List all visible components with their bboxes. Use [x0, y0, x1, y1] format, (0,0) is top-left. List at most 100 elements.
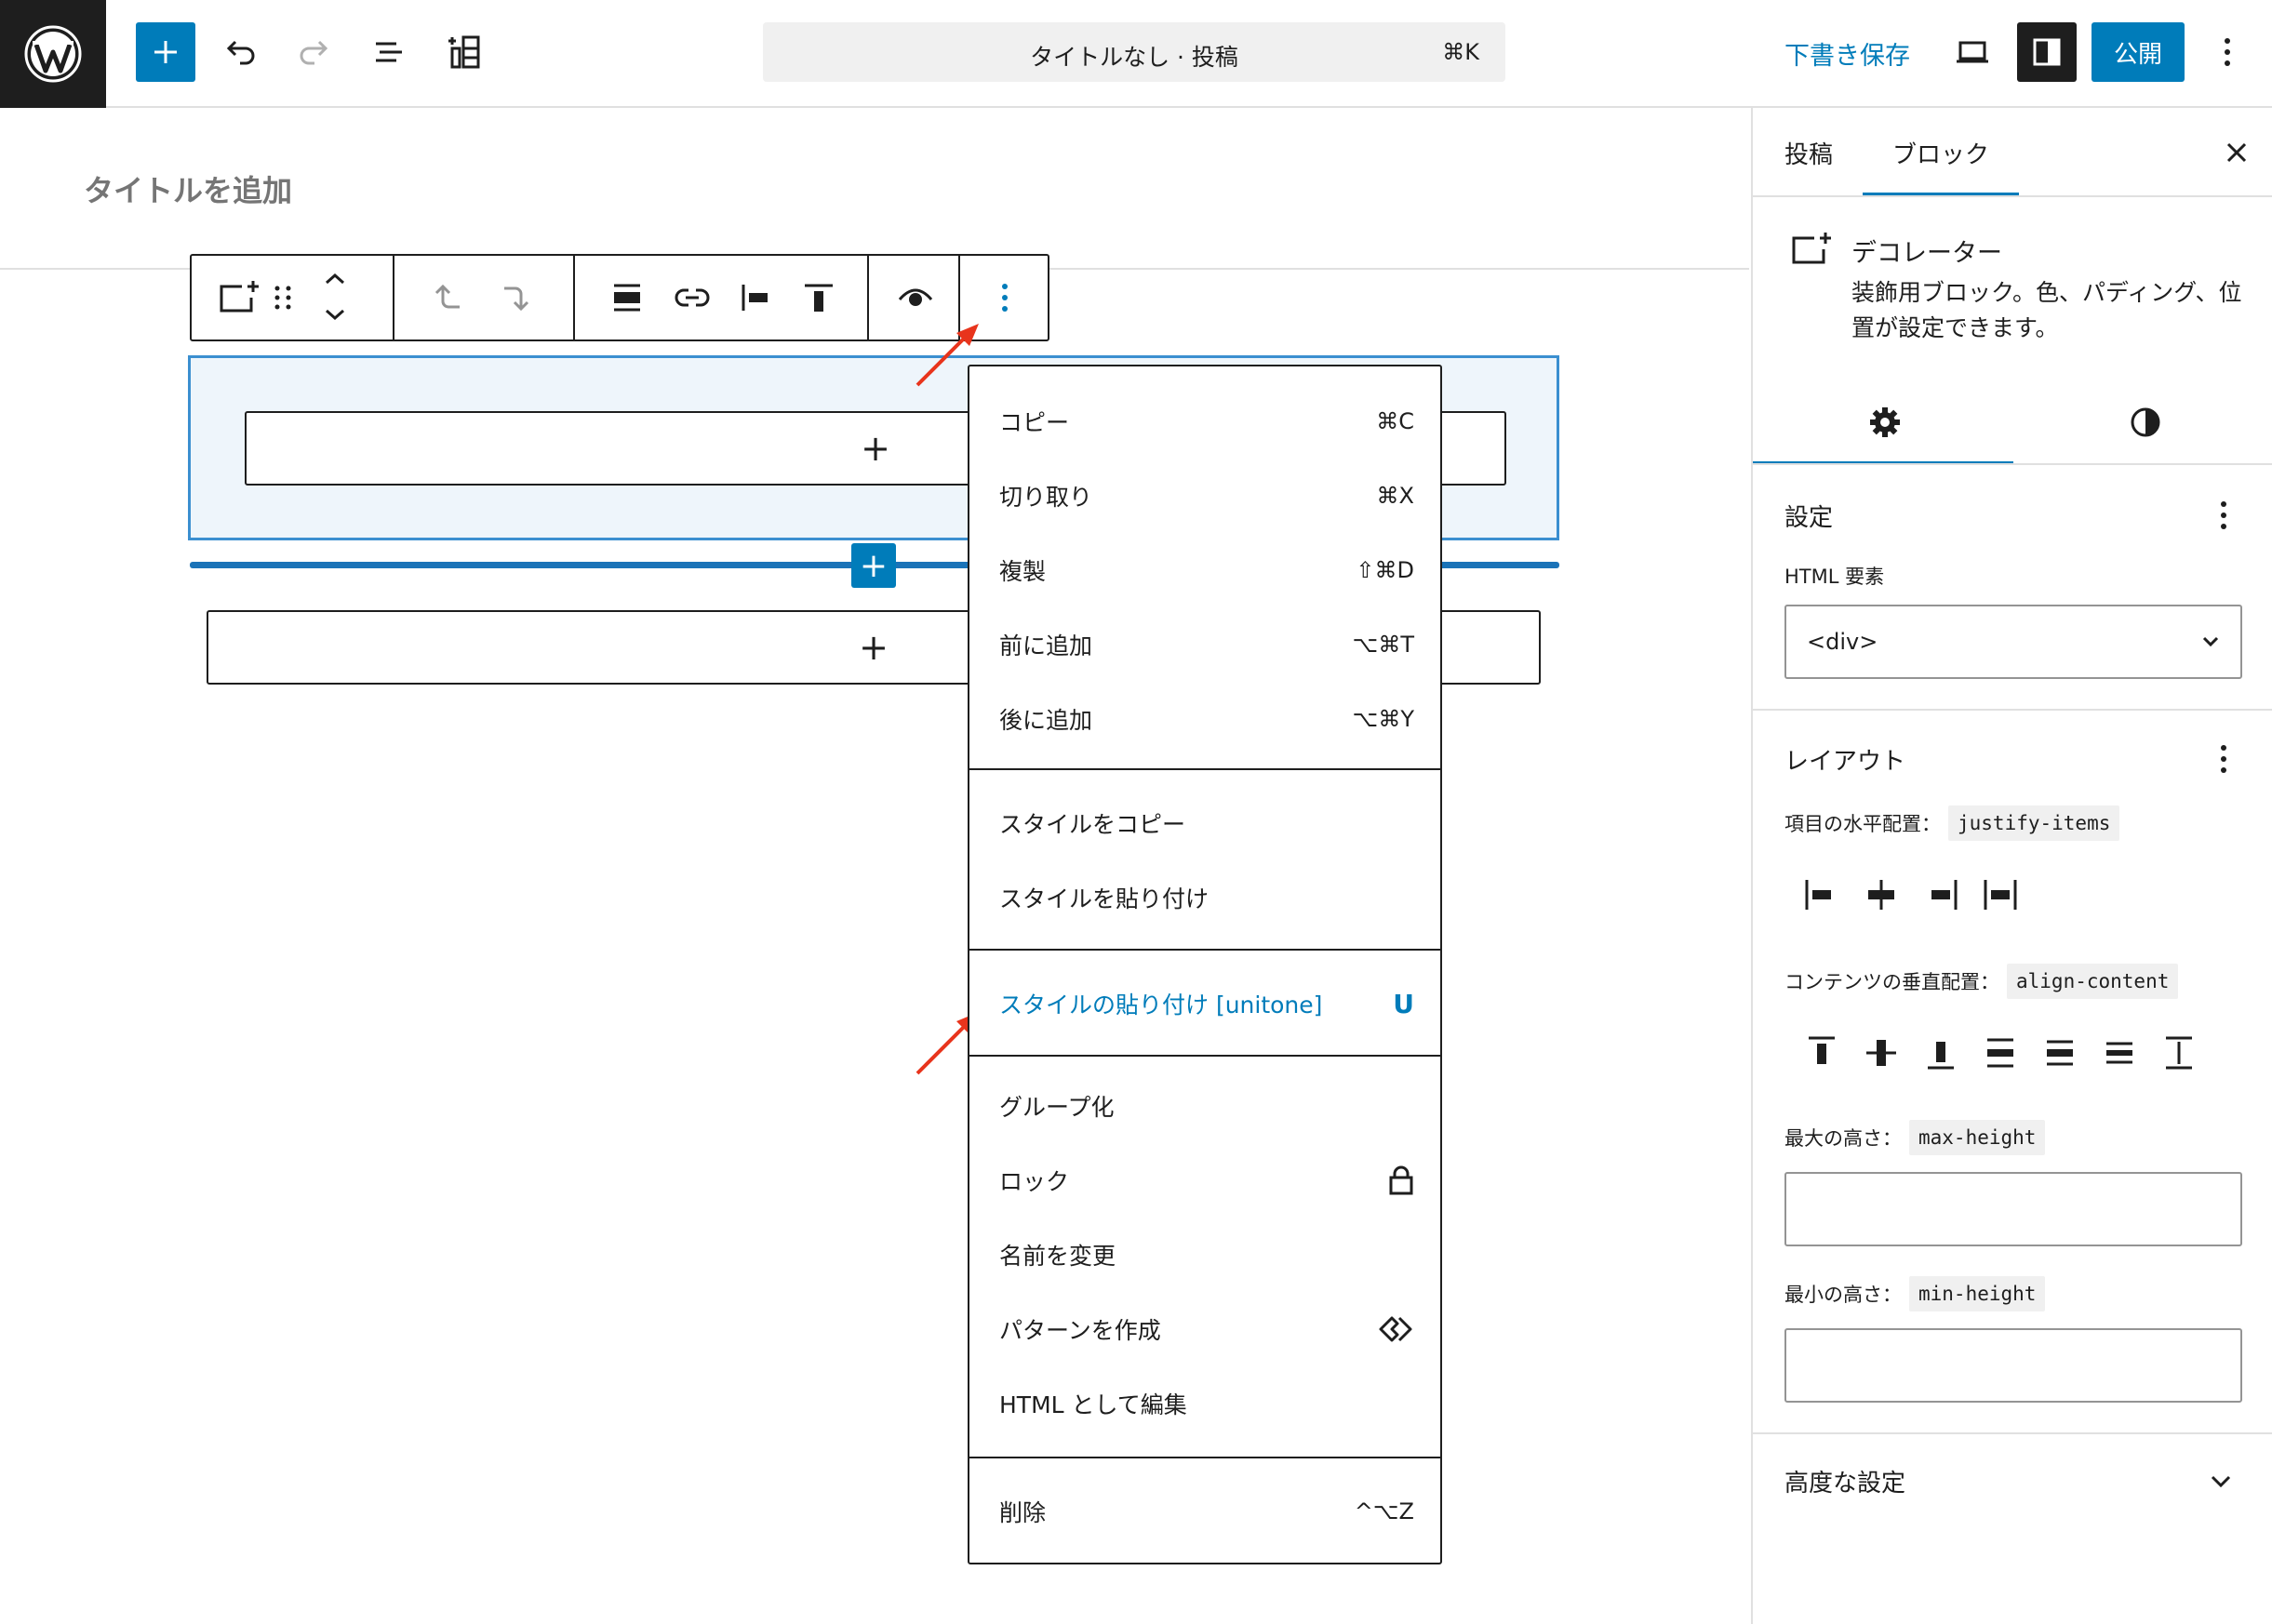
styles-contrast-icon[interactable] — [2127, 404, 2164, 441]
align-bottom-icon[interactable] — [1920, 1032, 1961, 1073]
menu-item-lock[interactable]: ロック — [999, 1157, 1414, 1204]
chevron-down-icon[interactable] — [2209, 1473, 2233, 1490]
inline-inserter-button[interactable]: + — [851, 543, 896, 588]
menu-item-group[interactable]: グループ化 — [999, 1083, 1414, 1129]
save-draft-button[interactable]: 下書き保存 — [1784, 35, 1910, 72]
menu-item-shortcut: ⌥⌘T — [1352, 632, 1414, 658]
redo-icon — [300, 40, 328, 65]
divider — [1753, 463, 2272, 465]
justify-stretch-icon[interactable] — [1980, 874, 2021, 915]
more-vertical-icon[interactable] — [2214, 499, 2233, 532]
css-property-code: max-height — [1909, 1120, 2046, 1155]
menu-item-label: コピー — [999, 409, 1070, 436]
link-button[interactable] — [670, 275, 715, 320]
menu-item-copy[interactable]: コピー ⌘C — [999, 398, 1414, 445]
space-evenly-icon[interactable] — [2099, 1032, 2140, 1073]
chevron-down-icon — [2202, 636, 2219, 647]
menu-item-label: パターンを作成 — [999, 1317, 1161, 1344]
chevron-up-down-icon — [326, 273, 344, 321]
menu-item-edit-html[interactable]: HTML として編集 — [999, 1380, 1414, 1427]
preview-button[interactable] — [1943, 22, 2002, 82]
tab-block[interactable]: ブロック — [1892, 136, 1989, 170]
wordpress-logo-icon[interactable] — [0, 0, 106, 108]
block-options-button[interactable] — [982, 275, 1027, 320]
menu-item-create-pattern[interactable]: パターンを作成 — [999, 1306, 1414, 1352]
label-text: コンテンツの垂直配置： — [1784, 971, 1999, 993]
menu-item-insert-after[interactable]: 後に追加 ⌥⌘Y — [999, 696, 1414, 742]
menu-item-paste-styles-unitone[interactable]: スタイルの貼り付け [unitone] U — [999, 980, 1414, 1027]
drag-handle-icon — [274, 286, 291, 310]
menu-item-cut[interactable]: 切り取り ⌘X — [999, 473, 1414, 519]
list-view-icon — [376, 42, 402, 62]
publish-button[interactable]: 公開 — [2092, 22, 2185, 82]
select-parent-button[interactable] — [426, 275, 471, 320]
justify-left-button[interactable] — [733, 275, 778, 320]
more-vertical-icon[interactable] — [2214, 742, 2233, 776]
command-shortcut: ⌘K — [1442, 39, 1479, 65]
drag-handle[interactable] — [261, 275, 305, 320]
menu-item-shortcut: ⇧⌘D — [1356, 557, 1414, 583]
toolbar-separator — [867, 256, 869, 339]
menu-item-copy-styles[interactable]: スタイルをコピー — [999, 800, 1414, 846]
block-type-button[interactable] — [216, 275, 261, 320]
html-element-select[interactable]: <div> — [1784, 605, 2242, 679]
align-center-icon[interactable] — [1861, 1032, 1902, 1073]
undo-button[interactable] — [210, 22, 270, 82]
min-height-input[interactable] — [1784, 1328, 2242, 1403]
document-overview-button[interactable] — [359, 22, 419, 82]
menu-item-shortcut: ⌘X — [1376, 483, 1414, 509]
close-icon[interactable] — [2224, 140, 2250, 166]
select-child-button[interactable] — [495, 275, 540, 320]
label-text: 最大の高さ： — [1784, 1127, 1902, 1150]
menu-item-shortcut: ^⌥Z — [1354, 1498, 1414, 1524]
space-between-icon[interactable] — [1980, 1032, 2021, 1073]
menu-item-label: 前に追加 — [999, 632, 1093, 659]
settings-toggle-button[interactable] — [2017, 22, 2077, 82]
menu-item-paste-styles[interactable]: スタイルを貼り付け — [999, 874, 1414, 921]
align-top-icon[interactable] — [1801, 1032, 1842, 1073]
menu-item-rename[interactable]: 名前を変更 — [999, 1231, 1414, 1278]
advanced-panel-heading[interactable]: 高度な設定 — [1784, 1464, 1905, 1498]
settings-panel-heading[interactable]: 設定 — [1784, 499, 1833, 533]
max-height-input[interactable] — [1784, 1172, 2242, 1246]
align-button[interactable] — [605, 275, 649, 320]
tab-post[interactable]: 投稿 — [1784, 136, 1833, 170]
plus-icon: + — [859, 546, 889, 585]
menu-item-duplicate[interactable]: 複製 ⇧⌘D — [999, 547, 1414, 593]
settings-sidebar: 投稿 ブロック デコレーター 装飾用ブロック。色、パディング、位置が設定できます… — [1751, 108, 2272, 1624]
menu-item-label: 複製 — [999, 558, 1047, 585]
justify-left-icon[interactable] — [1801, 874, 1842, 915]
document-title: タイトルなし · 投稿 — [1030, 44, 1238, 71]
space-around-icon[interactable] — [2039, 1032, 2080, 1073]
align-stretch-icon[interactable] — [2158, 1032, 2199, 1073]
move-up-down-button[interactable] — [313, 267, 357, 328]
menu-item-insert-before[interactable]: 前に追加 ⌥⌘T — [999, 621, 1414, 668]
align-wide-icon — [614, 284, 640, 312]
menu-item-label: HTML として編集 — [999, 1391, 1187, 1418]
decorator-block-icon — [1792, 233, 1831, 264]
justify-center-icon[interactable] — [1861, 874, 1902, 915]
post-title-placeholder[interactable]: タイトルを追加 — [84, 167, 292, 210]
patterns-button[interactable] — [434, 22, 493, 82]
unitone-icon: U — [1393, 988, 1414, 1019]
redo-button[interactable] — [285, 22, 344, 82]
command-palette-bar[interactable]: タイトルなし · 投稿 ⌘K — [763, 22, 1505, 82]
gear-icon[interactable] — [1866, 404, 1904, 441]
menu-item-label: 削除 — [999, 1499, 1047, 1526]
menu-divider — [969, 1457, 1440, 1458]
add-block-button[interactable] — [136, 22, 195, 82]
menu-item-delete[interactable]: 削除 ^⌥Z — [999, 1488, 1414, 1535]
justify-left-icon — [742, 285, 768, 311]
options-button[interactable] — [2198, 22, 2257, 82]
css-property-code: justify-items — [1948, 805, 2120, 841]
justify-right-icon[interactable] — [1920, 874, 1961, 915]
visibility-button[interactable] — [893, 275, 938, 320]
layout-panel-heading[interactable]: レイアウト — [1784, 742, 1905, 777]
block-card-title: デコレーター — [1851, 239, 2002, 268]
arrow-up-left-icon — [434, 284, 460, 309]
toolbar-separator — [393, 256, 394, 339]
align-top-icon — [805, 284, 833, 312]
align-top-button[interactable] — [796, 275, 841, 320]
patterns-icon — [448, 35, 480, 69]
plus-icon — [154, 41, 177, 63]
